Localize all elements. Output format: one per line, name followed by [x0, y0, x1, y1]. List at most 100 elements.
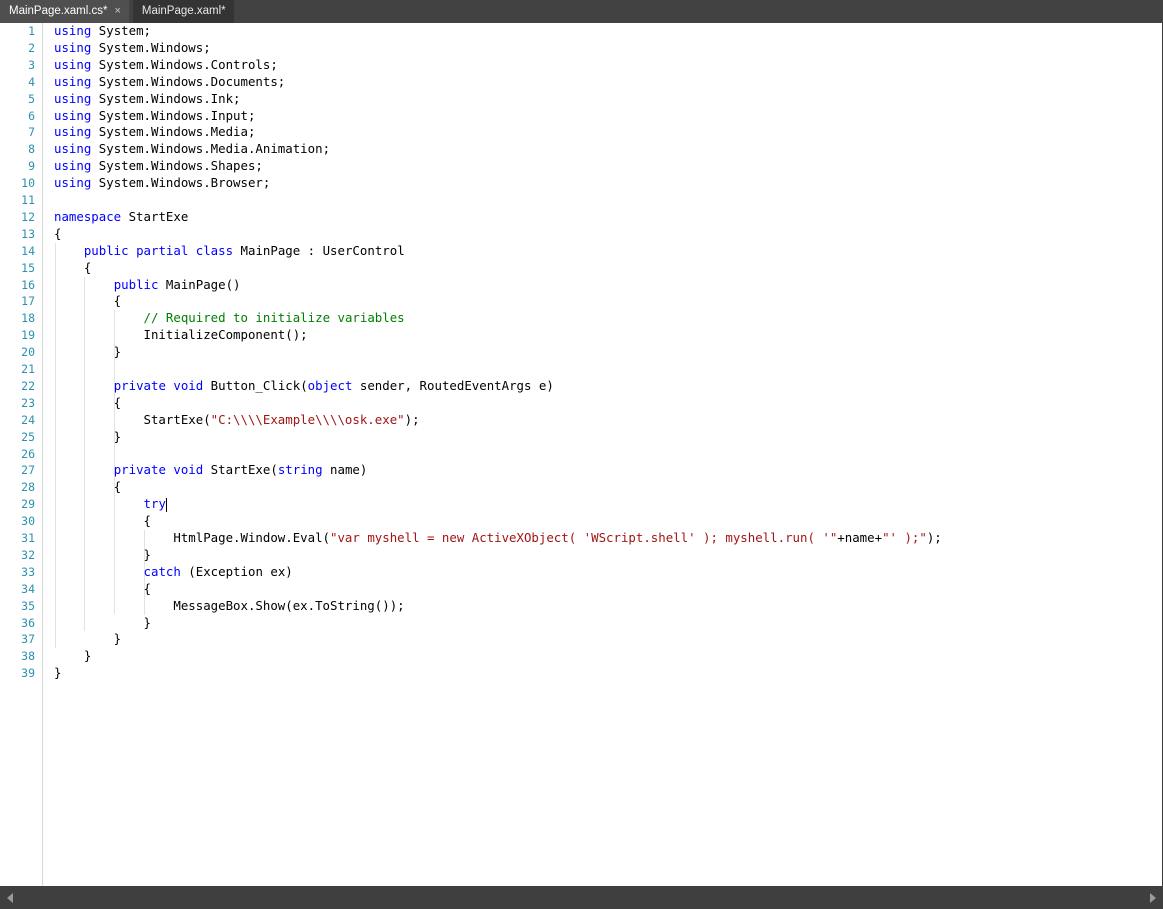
line-number: 29	[0, 496, 35, 513]
code-token-kw: catch	[144, 564, 181, 579]
code-token-kw: using	[54, 175, 91, 190]
code-line-text: }	[54, 615, 151, 632]
code-line[interactable]: 7using System.Windows.Media;	[0, 124, 1163, 141]
code-token-str: "C:\\\\Example\\\\osk.exe"	[211, 412, 405, 427]
code-token-id: StartExe(	[54, 412, 211, 427]
code-token-id: System.Windows.Media.Animation;	[91, 141, 330, 156]
code-line[interactable]: 30 {	[0, 513, 1163, 530]
code-token-id: System.Windows.Media;	[91, 124, 255, 139]
tab-label: MainPage.xaml.cs*	[9, 0, 107, 23]
code-line[interactable]: 12namespace StartExe	[0, 209, 1163, 226]
code-line-text: StartExe("C:\\\\Example\\\\osk.exe");	[54, 412, 420, 429]
code-line[interactable]: 27 private void StartExe(string name)	[0, 462, 1163, 479]
code-line[interactable]: 5using System.Windows.Ink;	[0, 91, 1163, 108]
code-line[interactable]: 9using System.Windows.Shapes;	[0, 158, 1163, 175]
code-token-kw: using	[54, 108, 91, 123]
code-line[interactable]: 4using System.Windows.Documents;	[0, 74, 1163, 91]
code-line[interactable]: 19 InitializeComponent();	[0, 327, 1163, 344]
code-line[interactable]: 20 }	[0, 344, 1163, 361]
code-token-id: }	[54, 631, 121, 646]
code-line[interactable]: 2using System.Windows;	[0, 40, 1163, 57]
line-number: 7	[0, 124, 35, 141]
code-line[interactable]: 1using System;	[0, 23, 1163, 40]
code-line-text: }	[54, 547, 151, 564]
horizontal-scrollbar[interactable]	[0, 886, 1163, 909]
code-line[interactable]: 10using System.Windows.Browser;	[0, 175, 1163, 192]
code-token-kw: object	[308, 378, 353, 393]
code-token-id: }	[54, 648, 91, 663]
code-line[interactable]: 32 }	[0, 547, 1163, 564]
scroll-right-button[interactable]	[1143, 886, 1163, 909]
code-token-kw: private	[114, 462, 166, 477]
line-number: 3	[0, 57, 35, 74]
code-line-text: {	[54, 293, 121, 310]
code-lines-container[interactable]: 1using System;2using System.Windows;3 usi…	[0, 23, 1162, 886]
code-line-text: {	[54, 226, 61, 243]
code-line[interactable]: 29 try	[0, 496, 1163, 513]
code-line-text: }	[54, 631, 121, 648]
code-line[interactable]: 39}	[0, 665, 1163, 682]
code-token-id	[54, 496, 144, 511]
tab-mainpage-xaml-cs[interactable]: MainPage.xaml.cs* ×	[0, 0, 129, 23]
code-line[interactable]: 33 catch (Exception ex)	[0, 564, 1163, 581]
scroll-left-button[interactable]	[0, 886, 20, 909]
code-token-id	[54, 378, 114, 393]
line-number: 17	[0, 293, 35, 310]
code-line[interactable]: 11	[0, 192, 1163, 209]
code-line[interactable]: 24 StartExe("C:\\\\Example\\\\osk.exe");	[0, 412, 1163, 429]
code-token-id: }	[54, 429, 121, 444]
code-line-text: using System.Windows.Controls;	[54, 57, 278, 74]
code-editor-surface[interactable]: 1using System;2using System.Windows;3 usi…	[0, 23, 1163, 886]
tab-mainpage-xaml[interactable]: MainPage.xaml*	[133, 0, 234, 23]
code-line[interactable]: 13{	[0, 226, 1163, 243]
code-token-kw: using	[54, 57, 91, 72]
code-token-id: sender, RoutedEventArgs e)	[352, 378, 553, 393]
code-line[interactable]: 22 private void Button_Click(object send…	[0, 378, 1163, 395]
code-token-kw: public	[84, 243, 129, 258]
code-line[interactable]: 34 {	[0, 581, 1163, 598]
code-line[interactable]: 23 {	[0, 395, 1163, 412]
code-line[interactable]: 17 {	[0, 293, 1163, 310]
code-line[interactable]: 28 {	[0, 479, 1163, 496]
code-line[interactable]: 36 }	[0, 615, 1163, 632]
line-number: 5	[0, 91, 35, 108]
code-line-text: }	[54, 665, 61, 682]
code-token-kw: private	[114, 378, 166, 393]
line-number: 32	[0, 547, 35, 564]
code-token-id: System.Windows.Ink;	[91, 91, 240, 106]
code-line[interactable]: 26	[0, 446, 1163, 463]
line-number: 10	[0, 175, 35, 192]
code-line[interactable]: 35 MessageBox.Show(ex.ToString());	[0, 598, 1163, 615]
code-token-id: MainPage : UserControl	[233, 243, 405, 258]
code-line[interactable]: 21	[0, 361, 1163, 378]
code-line[interactable]: 3 using System.Windows.Controls;	[0, 57, 1163, 74]
code-line-text: }	[54, 344, 121, 361]
code-line-text: using System.Windows.Media.Animation;	[54, 141, 330, 158]
code-line[interactable]: 18 // Required to initialize variables	[0, 310, 1163, 327]
code-token-id	[54, 243, 84, 258]
code-token-id: }	[54, 665, 61, 680]
close-icon[interactable]: ×	[114, 0, 120, 23]
code-token-id: +name+	[837, 530, 882, 545]
code-line[interactable]: 8using System.Windows.Media.Animation;	[0, 141, 1163, 158]
code-line[interactable]: 25 }	[0, 429, 1163, 446]
code-line[interactable]: 15 {	[0, 260, 1163, 277]
code-token-kw: using	[54, 74, 91, 89]
code-token-id: System.Windows.Documents;	[91, 74, 285, 89]
code-line[interactable]: 6using System.Windows.Input;	[0, 108, 1163, 125]
code-line[interactable]: 38 }	[0, 648, 1163, 665]
line-number: 14	[0, 243, 35, 260]
code-token-str: "var myshell = new ActiveXObject( 'WScri…	[330, 530, 837, 545]
code-token-kw: try	[144, 496, 166, 511]
code-line[interactable]: 37 }	[0, 631, 1163, 648]
code-line[interactable]: 16 public MainPage()	[0, 277, 1163, 294]
code-line[interactable]: 31 HtmlPage.Window.Eval("var myshell = n…	[0, 530, 1163, 547]
code-token-id	[54, 277, 114, 292]
code-token-id: MessageBox.Show(ex.ToString());	[54, 598, 405, 613]
scrollbar-track[interactable]	[20, 886, 1143, 909]
code-line[interactable]: 14 public partial class MainPage : UserC…	[0, 243, 1163, 260]
code-token-id: MainPage()	[158, 277, 240, 292]
line-number: 23	[0, 395, 35, 412]
code-token-id: StartExe	[121, 209, 188, 224]
code-line-text: public partial class MainPage : UserCont…	[54, 243, 405, 260]
